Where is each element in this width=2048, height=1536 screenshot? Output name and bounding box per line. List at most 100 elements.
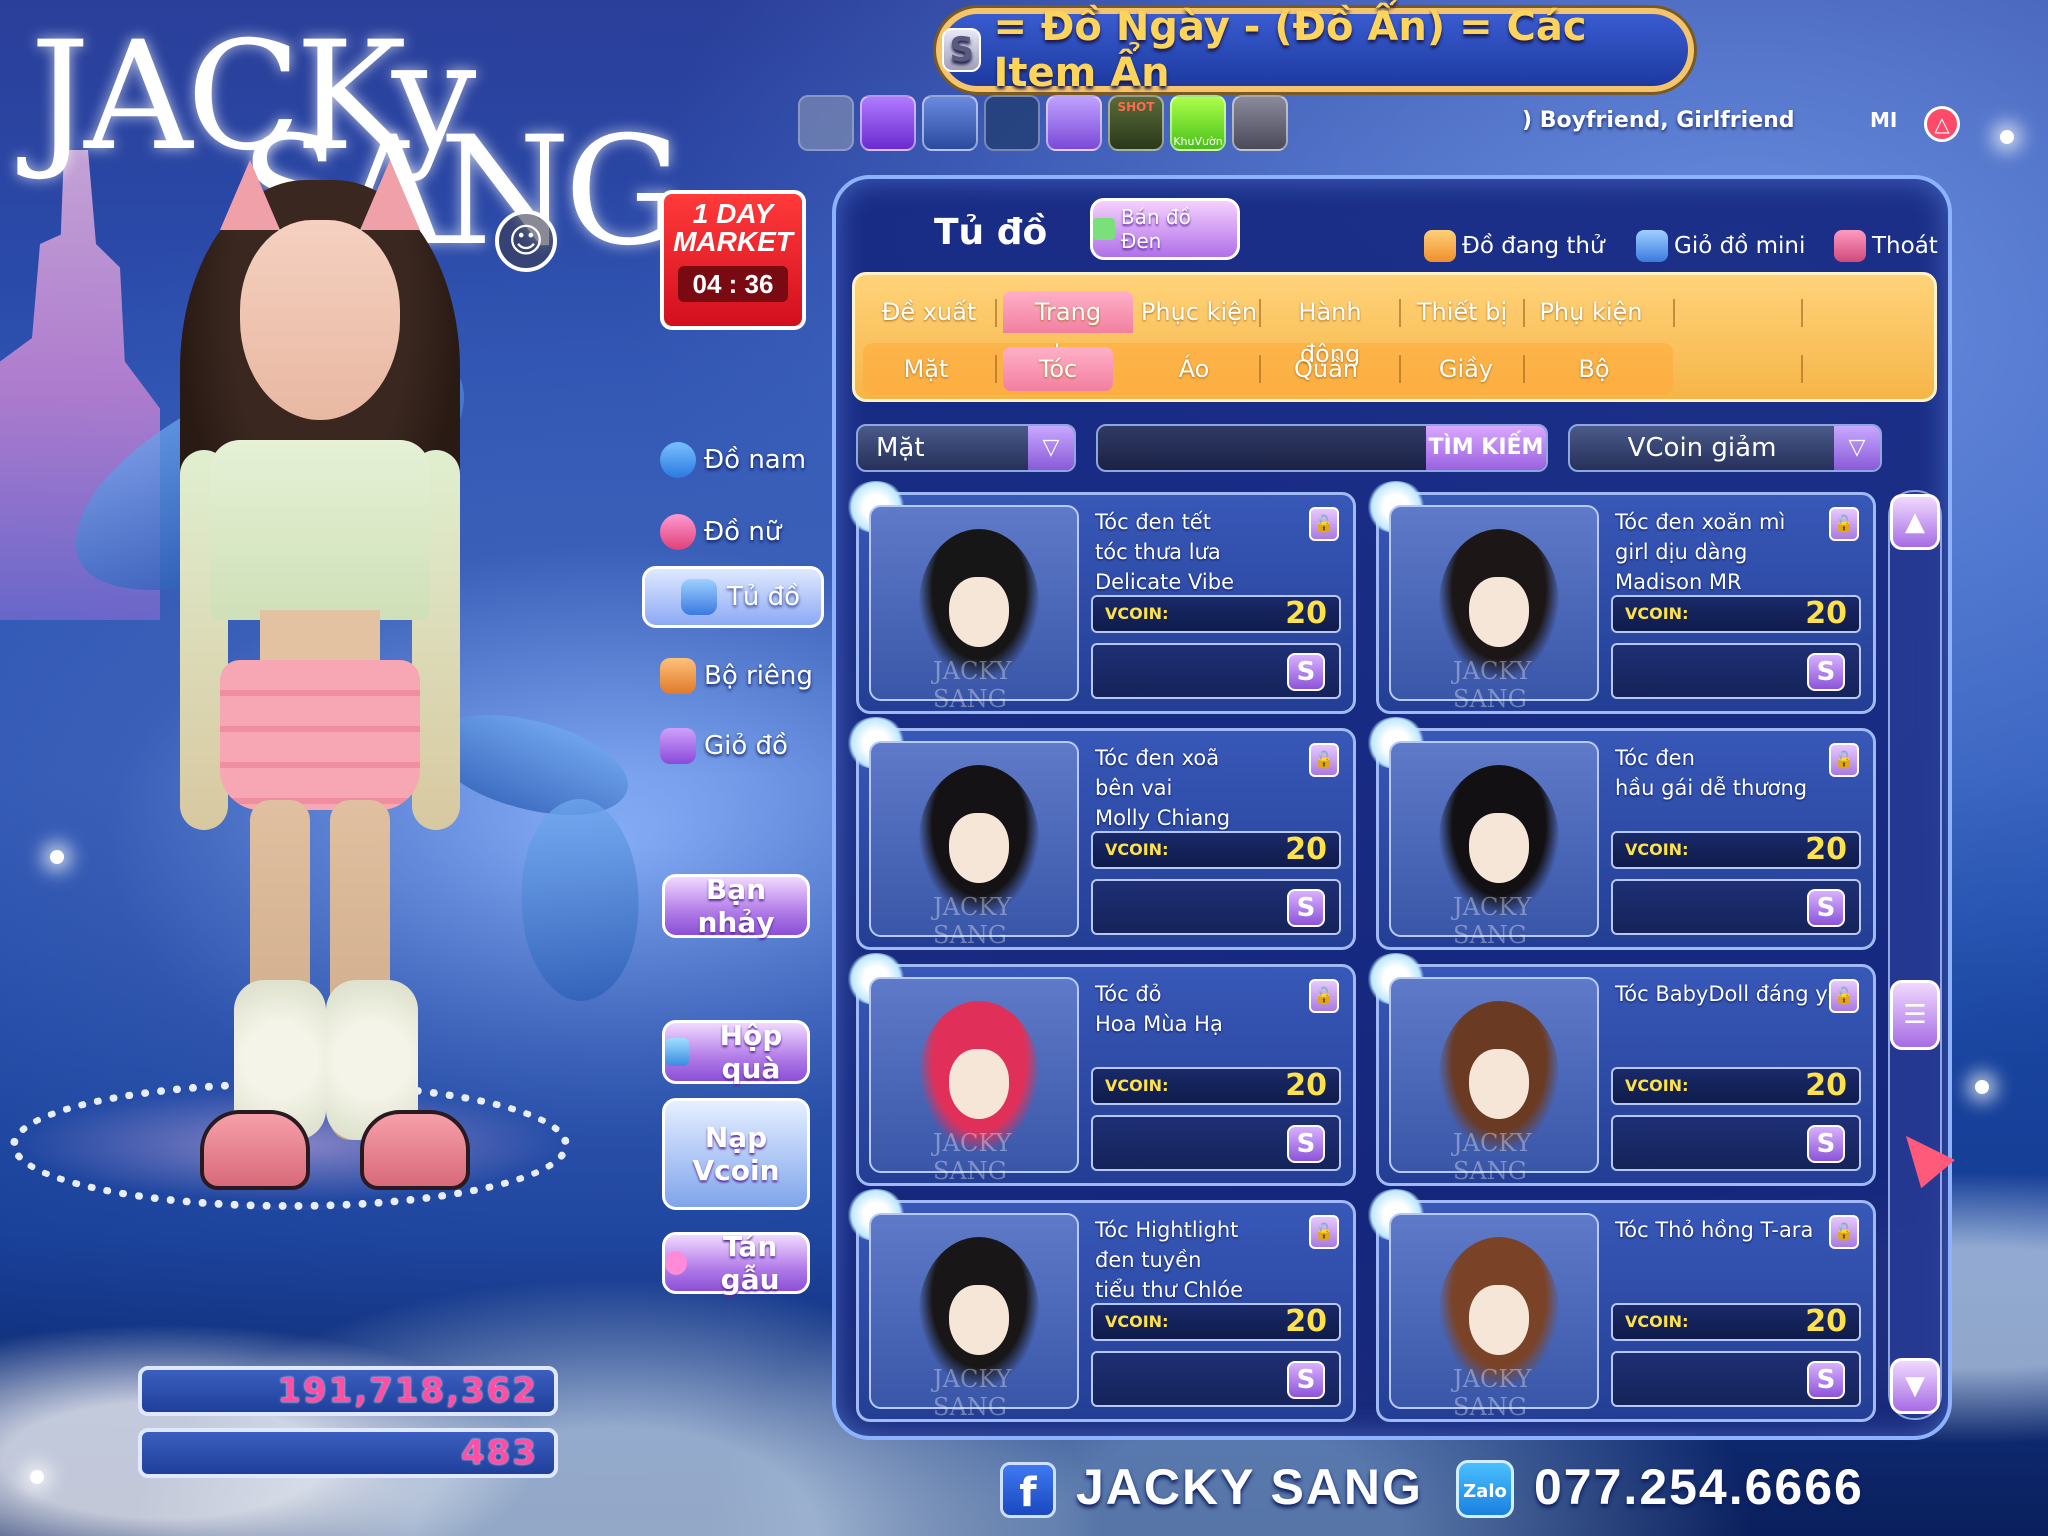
tan-gau-button[interactable]: Tán gẫu [662, 1230, 810, 1296]
item-card[interactable]: JACKY SANG Tóc đen xoã bên vai Molly Chiang… [845, 717, 1356, 950]
locked-icon[interactable] [798, 95, 854, 151]
lock-icon[interactable]: 🔓 [1309, 507, 1339, 541]
item-thumbnail[interactable]: JACKY SANG [1389, 741, 1599, 949]
thoat-link[interactable]: Thoát [1834, 230, 1938, 262]
price-label: VCOIN: [1625, 1076, 1689, 1095]
item-thumbnail[interactable]: JACKY SANG [869, 505, 1079, 713]
item-name-line-1: Tóc đỏ [1095, 982, 1162, 1006]
gift-icon[interactable] [1046, 95, 1102, 151]
subtab-toc[interactable]: Tóc [1003, 347, 1113, 391]
ban-do-den-button[interactable]: Bán đồ Đen [1090, 198, 1240, 260]
item-card[interactable]: JACKY SANG Tóc đỏ Hoa Mùa Hạ 🔓 VCOIN: 20 S [845, 953, 1356, 1186]
item-thumbnail[interactable]: JACKY SANG [869, 741, 1079, 949]
search-button[interactable]: TÌM KIẾM [1426, 426, 1546, 470]
buy-button[interactable]: S [1807, 1125, 1845, 1163]
buy-button[interactable]: S [1287, 1125, 1325, 1163]
menu-tu-do[interactable]: Tủ đồ [642, 566, 824, 628]
tab-divider [1523, 299, 1525, 327]
item-card[interactable]: JACKY SANG Tóc BabyDoll đáng yêu 🔓 VCOIN: 20… [1365, 953, 1876, 1186]
mini-label: MI [1870, 108, 1898, 132]
do-dang-thu-link[interactable]: Đồ đang thử [1424, 230, 1605, 262]
subtab-ao[interactable]: Áo [1139, 347, 1249, 391]
subtab-giay[interactable]: Giầy [1411, 347, 1521, 391]
item-thumbnail[interactable]: JACKY SANG [869, 1213, 1079, 1421]
buy-button[interactable]: S [1807, 653, 1845, 691]
item-name-line-3: Delicate Vibe [1095, 570, 1234, 594]
menu-gio-do-label: Giỏ đồ [704, 731, 788, 761]
watermark: JACKY SANG [1453, 1365, 1532, 1421]
zalo-icon[interactable]: Zalo [1456, 1460, 1514, 1518]
facebook-icon[interactable]: f [1000, 1462, 1056, 1518]
buy-button[interactable]: S [1807, 1361, 1845, 1399]
item-price: VCOIN: 20 [1611, 831, 1861, 869]
tab-phu-kien[interactable]: Phụ kiện [1531, 291, 1651, 333]
item-card[interactable]: JACKY SANG Tóc đen tết tóc thưa lưa Delicat… [845, 481, 1356, 714]
price-value: 20 [1805, 1304, 1847, 1339]
item-name-line-2: tóc thưa lưa [1095, 540, 1221, 564]
item-card[interactable]: JACKY SANG Tóc đen xoăn mì girl dịu dàng Ma… [1365, 481, 1876, 714]
lock-icon[interactable]: 🔓 [1829, 743, 1859, 777]
buy-button[interactable]: S [1287, 653, 1325, 691]
one-day-market-button[interactable]: 1 DAY MARKET 04 : 36 [660, 190, 806, 330]
item-card[interactable]: JACKY SANG Tóc Hightlight đen tuyền tiểu th… [845, 1189, 1356, 1422]
subtab-quan[interactable]: Quần [1271, 347, 1381, 391]
item-name-line-2: Hoa Mùa Hạ [1095, 1012, 1223, 1036]
scrollbar-track[interactable] [1888, 490, 1942, 1420]
item-name-line-1: Tóc đen xoăn mì [1615, 510, 1786, 534]
menu-do-nam[interactable]: Đồ nam [660, 430, 806, 490]
item-price: VCOIN: 20 [1611, 595, 1861, 633]
ban-nhay-button[interactable]: Bạn nhảy [662, 873, 810, 939]
banner-text: = Đồ Ngày - (Đồ Ẩn) = Các Item Ẩn [993, 4, 1587, 96]
music-icon[interactable] [860, 95, 916, 151]
settings-icon[interactable] [1232, 95, 1288, 151]
item-name-line-3: Molly Chiang [1095, 806, 1231, 830]
buy-button[interactable]: S [1807, 889, 1845, 927]
category-dropdown[interactable]: Mặt ▽ [856, 424, 1076, 472]
tab-thiet-bi[interactable]: Thiết bị [1407, 291, 1517, 333]
face-preview [1469, 1049, 1529, 1119]
subtab-bo[interactable]: Bộ [1539, 347, 1649, 391]
dark-icon[interactable] [984, 95, 1040, 151]
lock-icon[interactable]: 🔓 [1829, 507, 1859, 541]
item-card[interactable]: JACKY SANG Tóc đen hầu gái dễ thương 🔓 VCOIN… [1365, 717, 1876, 950]
tab-hanh-dong[interactable]: Hành động [1265, 291, 1395, 368]
lock-icon[interactable]: 🔓 [1309, 743, 1339, 777]
tab-trang-phuc[interactable]: Trang phục [1003, 291, 1133, 368]
item-card[interactable]: JACKY SANG Tóc Thỏ hồng T-ara 🔓 VCOIN: 20 S [1365, 1189, 1876, 1422]
khuvuon-icon[interactable]: KhuVườn [1170, 95, 1226, 151]
gio-do-mini-link[interactable]: Giỏ đồ mini [1636, 230, 1805, 262]
profile-icon[interactable]: ☺ [495, 210, 557, 272]
buy-button[interactable]: S [1287, 1361, 1325, 1399]
photo-icon[interactable]: SHOT [1108, 95, 1164, 151]
alert-icon[interactable]: △ [1924, 106, 1960, 142]
scroll-up-button[interactable]: ▲ [1890, 494, 1940, 550]
pet-icon[interactable] [922, 95, 978, 151]
item-thumbnail[interactable]: JACKY SANG [1389, 977, 1599, 1185]
price-label: VCOIN: [1105, 604, 1169, 623]
menu-bo-rieng[interactable]: Bộ riêng [660, 646, 813, 706]
menu-gio-do[interactable]: Giỏ đồ [660, 716, 788, 776]
player-avatar[interactable] [150, 150, 490, 1230]
scroll-down-button[interactable]: ▼ [1890, 1358, 1940, 1414]
price-label: VCOIN: [1625, 840, 1689, 859]
search-input[interactable]: TÌM KIẾM [1096, 424, 1548, 472]
lock-icon[interactable]: 🔓 [1309, 979, 1339, 1013]
photo-label: SHOT [1117, 100, 1155, 114]
item-thumbnail[interactable]: JACKY SANG [1389, 505, 1599, 713]
scroll-thumb[interactable]: ☰ [1890, 980, 1940, 1050]
subtab-mat[interactable]: Mặt [871, 347, 981, 391]
tab-de-xuat[interactable]: Đề xuất [869, 291, 989, 333]
item-thumbnail[interactable]: JACKY SANG [1389, 1213, 1599, 1421]
top-banner: S = Đồ Ngày - (Đồ Ẩn) = Các Item Ẩn [936, 4, 1694, 96]
item-thumbnail[interactable]: JACKY SANG [869, 977, 1079, 1185]
item-price: VCOIN: 20 [1611, 1303, 1861, 1341]
nap-vcoin-button[interactable]: Nạp Vcoin [662, 1098, 810, 1210]
lock-icon[interactable]: 🔓 [1309, 1215, 1339, 1249]
buy-button[interactable]: S [1287, 889, 1325, 927]
tab-phuc-kien[interactable]: Phục kiện [1139, 291, 1259, 333]
hop-qua-button[interactable]: Hộp quà [662, 1019, 810, 1085]
lock-icon[interactable]: 🔓 [1829, 1215, 1859, 1249]
sort-dropdown[interactable]: VCoin giảm ▽ [1568, 424, 1882, 472]
lock-icon[interactable]: 🔓 [1829, 979, 1859, 1013]
menu-do-nu[interactable]: Đồ nữ [660, 502, 781, 562]
